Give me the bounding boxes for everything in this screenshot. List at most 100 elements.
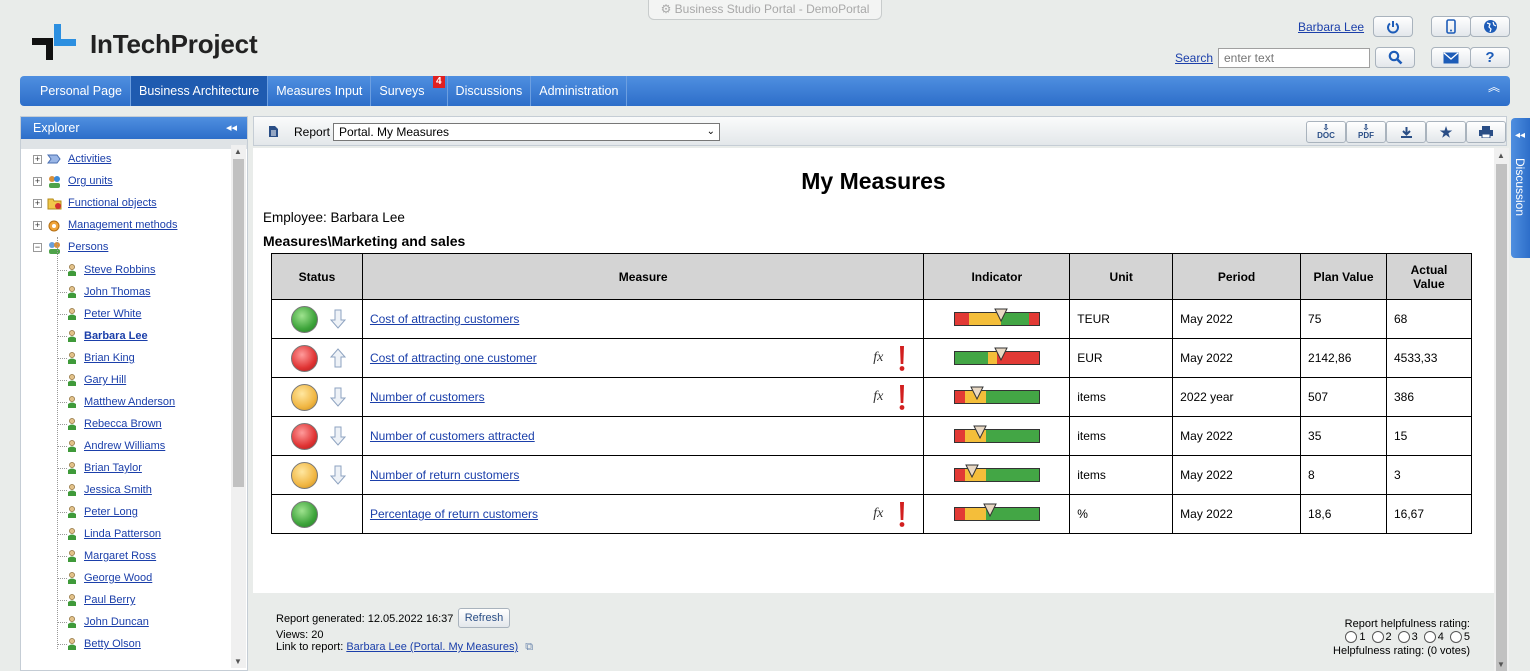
surveys-badge: 4 — [432, 76, 445, 88]
expand-icon[interactable]: + — [33, 177, 42, 186]
measure-link[interactable]: Percentage of return customers — [370, 507, 538, 521]
rating-option[interactable]: 2 — [1366, 631, 1392, 644]
content-scrollbar[interactable]: ▲ ▼ — [1494, 148, 1509, 671]
measure-link[interactable]: Number of customers attracted — [370, 429, 535, 443]
tree-item-person[interactable]: Peter White — [21, 303, 231, 325]
rating-option[interactable]: 4 — [1418, 631, 1444, 644]
language-button[interactable] — [1470, 16, 1510, 37]
radio-button[interactable] — [1345, 631, 1358, 644]
expand-icon[interactable]: + — [33, 199, 42, 208]
report-select[interactable]: Portal. My Measures ⌄ — [333, 123, 720, 141]
tree-item-person[interactable]: Gary Hill — [21, 369, 231, 391]
scroll-down-icon[interactable]: ▼ — [234, 657, 242, 666]
measure-link[interactable]: Cost of attracting customers — [370, 312, 519, 326]
export-doc-button[interactable]: ⇩ DOC — [1306, 121, 1346, 143]
mail-icon — [1443, 52, 1459, 63]
indicator-pointer-icon — [994, 308, 1008, 322]
tree-item-management-methods[interactable]: + Management methods — [21, 215, 231, 237]
tree-item-person[interactable]: George Wood — [21, 567, 231, 589]
tree-item-person[interactable]: Brian King — [21, 347, 231, 369]
download-icon — [1400, 126, 1412, 138]
tree-item-person[interactable]: Matthew Anderson — [21, 391, 231, 413]
search-input[interactable] — [1218, 48, 1370, 68]
tree-item-person[interactable]: Andrew Williams — [21, 435, 231, 457]
measure-link[interactable]: Number of customers — [370, 390, 485, 404]
period-cell: 2022 year — [1172, 377, 1302, 417]
scroll-up-icon[interactable]: ▲ — [234, 147, 242, 156]
rating-option[interactable]: 5 — [1444, 631, 1470, 644]
copy-icon[interactable]: ⧉ — [525, 641, 533, 653]
status-green-icon — [291, 305, 318, 333]
tree-item-person[interactable]: Paul Berry — [21, 589, 231, 611]
print-button[interactable] — [1466, 121, 1506, 143]
measure-cell: Percentage of return customers fx — [361, 494, 925, 534]
collapse-icon[interactable]: − — [33, 243, 42, 252]
tree-item-person[interactable]: Rebecca Brown — [21, 413, 231, 435]
menu-discussions[interactable]: Discussions — [448, 76, 532, 106]
formula-icon[interactable]: fx — [873, 389, 883, 405]
tree-item-person[interactable]: Linda Patterson — [21, 523, 231, 545]
formula-icon[interactable]: fx — [873, 506, 883, 522]
tree-item-person[interactable]: Jessica Smith — [21, 479, 231, 501]
measure-link[interactable]: Number of return customers — [370, 468, 519, 482]
unit-cell: EUR — [1069, 338, 1174, 378]
menu-business-architecture[interactable]: Business Architecture — [131, 76, 269, 106]
tree-item-person[interactable]: Betty Olson — [21, 633, 231, 655]
scroll-down-icon[interactable]: ▼ — [1497, 660, 1505, 669]
col-status: Status — [271, 253, 363, 300]
menu-measures-input[interactable]: Measures Input — [268, 76, 372, 106]
search-link[interactable]: Search — [1175, 51, 1213, 65]
export-pdf-button[interactable]: ⇩ PDF — [1346, 121, 1386, 143]
formula-icon[interactable]: fx — [873, 350, 883, 366]
activities-icon — [47, 153, 61, 167]
user-link[interactable]: Barbara Lee — [1298, 20, 1364, 34]
radio-button[interactable] — [1397, 631, 1410, 644]
report-generated: Report generated: 12.05.2022 16:37 — [276, 613, 454, 625]
person-icon — [68, 616, 76, 628]
tree-item-person[interactable]: Margaret Ross — [21, 545, 231, 567]
tree-item-persons[interactable]: − Persons — [21, 237, 231, 259]
collapse-up-icon[interactable]: ︽ — [1488, 81, 1500, 93]
scroll-up-icon[interactable]: ▲ — [1497, 151, 1505, 160]
col-actual-value: Actual Value — [1385, 253, 1473, 300]
tree-item-person[interactable]: Peter Long — [21, 501, 231, 523]
favorite-button[interactable]: ★ — [1426, 121, 1466, 143]
indicator-gauge — [953, 386, 1040, 404]
refresh-button[interactable]: Refresh — [458, 608, 510, 628]
mobile-button[interactable] — [1431, 16, 1471, 37]
person-icon — [68, 352, 76, 364]
help-button[interactable]: ? — [1470, 47, 1510, 68]
measure-link[interactable]: Cost of attracting one customer — [370, 351, 537, 365]
search-button[interactable] — [1375, 47, 1415, 68]
download-button[interactable] — [1386, 121, 1426, 143]
report-link[interactable]: Barbara Lee (Portal. My Measures) — [346, 641, 518, 653]
search-icon — [1388, 50, 1402, 65]
tree-item-activities[interactable]: + Activities — [21, 149, 231, 171]
tree-item-person[interactable]: Brian Taylor — [21, 457, 231, 479]
person-icon — [68, 638, 76, 650]
indicator-cell — [923, 455, 1071, 495]
rating-option[interactable]: 3 — [1392, 631, 1418, 644]
menu-personal-page[interactable]: Personal Page — [32, 76, 132, 106]
indicator-gauge — [953, 308, 1040, 326]
explorer-scrollbar[interactable]: ▲ ▼ — [231, 145, 246, 668]
mail-button[interactable] — [1431, 47, 1471, 68]
menu-surveys[interactable]: Surveys 4 — [371, 76, 448, 106]
expand-icon[interactable]: + — [33, 155, 42, 164]
expand-icon[interactable]: + — [33, 221, 42, 230]
logout-button[interactable] — [1373, 16, 1413, 37]
radio-button[interactable] — [1423, 631, 1436, 644]
radio-button[interactable] — [1449, 631, 1462, 644]
tree-item-person[interactable]: Barbara Lee — [21, 325, 231, 347]
tree-item-person[interactable]: John Thomas — [21, 281, 231, 303]
rating-option[interactable]: 1 — [1339, 631, 1366, 644]
discussion-tab[interactable]: ◂◂ Discussion — [1511, 118, 1530, 258]
tree-item-person[interactable]: Steve Robbins — [21, 259, 231, 281]
tree-item-org-units[interactable]: + Org units — [21, 171, 231, 193]
actual-value-cell: 3 — [1385, 455, 1473, 495]
tree-item-person[interactable]: John Duncan — [21, 611, 231, 633]
menu-administration[interactable]: Administration — [531, 76, 628, 106]
radio-button[interactable] — [1371, 631, 1384, 644]
tree-item-functional-objects[interactable]: + Functional objects — [21, 193, 231, 215]
collapse-left-icon[interactable]: ◂◂ — [226, 117, 237, 139]
